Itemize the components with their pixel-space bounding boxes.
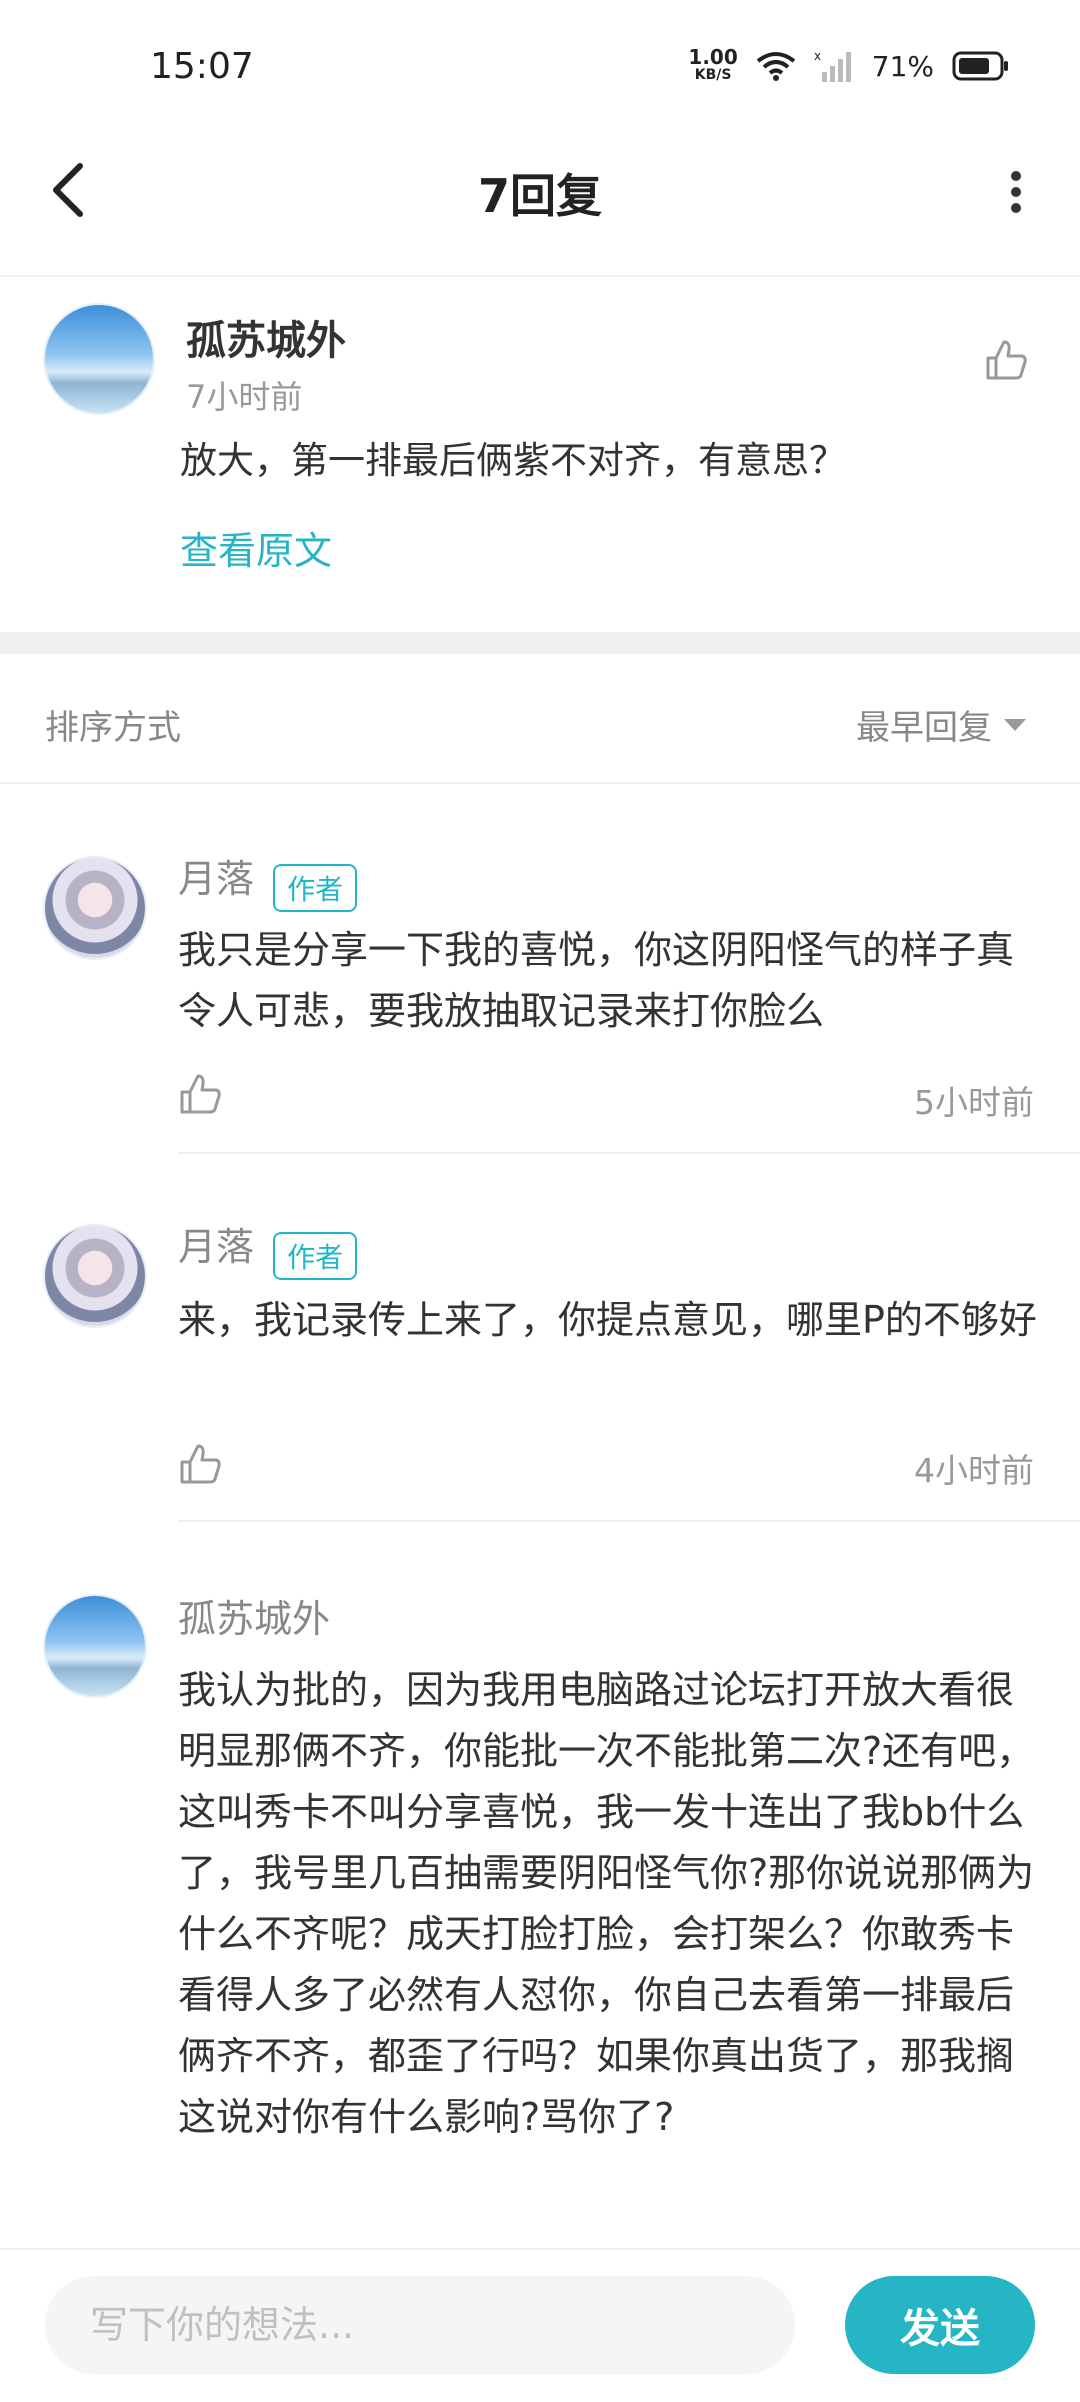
reply-header: 月落 作者 (178, 1216, 358, 1280)
network-speed-value: 1.00 (688, 45, 738, 69)
svg-text:x: x (814, 50, 821, 63)
page-title: 7回复 (477, 169, 602, 223)
avatar[interactable] (45, 1226, 145, 1326)
comment-input[interactable] (45, 2276, 795, 2374)
thumbs-up-icon[interactable] (984, 338, 1028, 382)
reply-content: 我认为批的，因为我用电脑路过论坛打开放大看很明显那俩不齐，你能批一次不能批第二次… (178, 1668, 1035, 2139)
wifi-icon (756, 52, 795, 81)
post-content: 放大，第一排最后俩紫不对齐，有意思？ (180, 439, 846, 482)
reply-divider (178, 1520, 1080, 1522)
comment-composer: 发送 (0, 2248, 1080, 2402)
author-badge: 作者 (273, 1231, 358, 1280)
reply-header: 月落 作者 (178, 848, 358, 912)
signal-icon: x (814, 50, 851, 82)
section-divider (0, 632, 1080, 654)
sort-value: 最早回复 (856, 708, 992, 748)
avatar[interactable] (45, 305, 153, 413)
battery-icon (952, 51, 1008, 81)
post-time: 7小时前 (186, 378, 303, 416)
view-original-link[interactable]: 查看原文 (180, 520, 332, 575)
author-badge: 作者 (273, 863, 358, 912)
reply-author[interactable]: 孤苏城外 (178, 1588, 330, 1643)
reply-time: 5小时前 (914, 1083, 1034, 1122)
header-divider (0, 275, 1080, 277)
post-author[interactable]: 孤苏城外 (186, 308, 346, 366)
network-speed-unit: KB/S (694, 67, 732, 83)
status-time: 15:07 (150, 46, 254, 87)
avatar[interactable] (45, 1596, 145, 1696)
send-button[interactable]: 发送 (845, 2276, 1035, 2374)
reply-time: 4小时前 (914, 1451, 1034, 1490)
reply-divider (178, 1152, 1080, 1154)
reply-content: 我只是分享一下我的喜悦，你这阴阳怪气的样子真令人可悲，要我放抽取记录来打你脸么 (178, 928, 1015, 1033)
reply-author[interactable]: 月落 (178, 857, 254, 901)
sort-dropdown[interactable]: 最早回复 (856, 700, 1026, 749)
battery-percent: 71% (871, 49, 934, 83)
thumbs-up-icon[interactable] (178, 1442, 222, 1486)
network-speed: 1.00 KB/S (688, 45, 738, 84)
reply-author[interactable]: 月落 (178, 1225, 254, 1269)
more-vertical-icon[interactable] (1008, 170, 1024, 214)
sort-label: 排序方式 (45, 708, 181, 748)
status-icons: 1.00 KB/S x 71% (688, 45, 1010, 84)
avatar[interactable] (45, 858, 145, 958)
chevron-down-icon (1004, 718, 1026, 731)
reply-content: 来，我记录传上来了，你提点意见，哪里P的不够好 (178, 1298, 1037, 1342)
sort-divider (0, 782, 1080, 784)
thumbs-up-icon[interactable] (178, 1072, 222, 1116)
